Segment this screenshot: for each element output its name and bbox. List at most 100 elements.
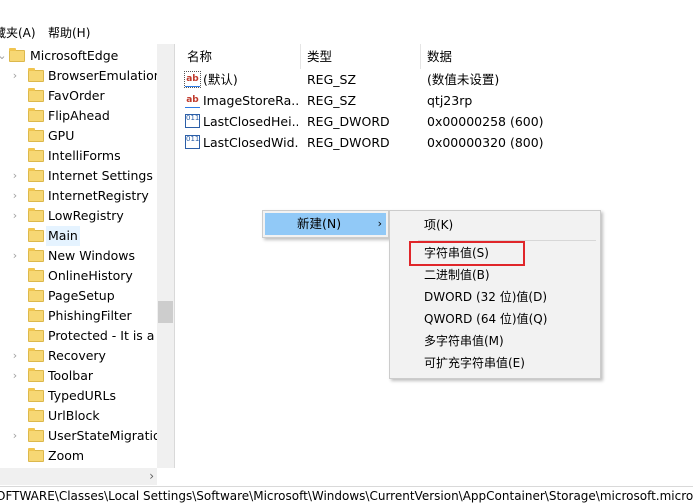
- menu-item-expandable-string-value[interactable]: 可扩充字符串值(E): [392, 352, 598, 374]
- binary-value-icon: 011 110: [185, 114, 200, 128]
- folder-icon: [28, 428, 44, 442]
- tree-horizontal-scrollbar[interactable]: ›: [0, 468, 157, 485]
- value-type: REG_SZ: [307, 72, 357, 87]
- registry-path: OFTWARE\Classes\Local Settings\Software\…: [0, 489, 693, 503]
- string-value-icon: ab: [185, 93, 200, 108]
- folder-icon: [28, 208, 44, 222]
- folder-icon: [28, 368, 44, 382]
- menu-item-label: QWORD (64 位)值(Q): [424, 312, 548, 326]
- tree-item-label: BrowserEmulation: [48, 68, 162, 83]
- folder-icon: [28, 68, 44, 82]
- status-bar: OFTWARE\Classes\Local Settings\Software\…: [0, 486, 693, 503]
- value-row[interactable]: 011 110LastClosedHei... REG_DWORD 0x000002…: [179, 111, 693, 132]
- folder-icon: [28, 288, 44, 302]
- menu-item-label: 二进制值(B): [424, 268, 490, 282]
- value-row[interactable]: 011 110LastClosedWid... REG_DWORD 0x000003…: [179, 132, 693, 153]
- column-divider[interactable]: [300, 44, 301, 69]
- tree-item-label: MicrosoftEdge: [30, 48, 119, 63]
- tree-item-label: Main: [46, 226, 80, 246]
- folder-icon: [28, 88, 44, 102]
- value-data: 0x00000258 (600): [427, 114, 544, 129]
- tree-item-label: New Windows: [48, 248, 136, 263]
- chevron-right-icon[interactable]: ›: [10, 366, 20, 386]
- value-data: (数值未设置): [427, 72, 500, 87]
- string-value-icon: ab: [184, 71, 201, 88]
- tree-item-label: TypedURLs: [48, 388, 116, 403]
- tree-item-label: IntelliForms: [48, 148, 121, 163]
- binary-value-icon: 011 110: [185, 135, 200, 149]
- menu-item-label: 可扩充字符串值(E): [424, 356, 525, 370]
- context-menu: 新建(N) ›: [262, 210, 389, 238]
- value-type: REG_DWORD: [307, 114, 390, 129]
- folder-icon: [28, 148, 44, 162]
- chevron-right-icon[interactable]: ›: [10, 66, 20, 86]
- tree-item-label: UserStateMigration: [48, 428, 169, 443]
- folder-icon: [28, 328, 44, 342]
- folder-icon: [28, 348, 44, 362]
- menu-item-label: 新建(N): [297, 216, 342, 231]
- value-data: qtj23rp: [427, 93, 473, 108]
- menu-item-label: DWORD (32 位)值(D): [424, 290, 547, 304]
- chevron-right-icon[interactable]: ›: [10, 426, 20, 446]
- scroll-right-icon[interactable]: ›: [149, 468, 154, 485]
- tree-item-label: Protected - It is a v: [48, 328, 166, 343]
- menu-item-dword-value[interactable]: DWORD (32 位)值(D): [392, 286, 598, 308]
- value-name: ImageStoreRa...: [203, 93, 298, 108]
- menu-bar: 藏夹(A) 帮助(H): [0, 0, 693, 43]
- tree-item-label: UrlBlock: [48, 408, 100, 423]
- tree-item-label: Toolbar: [48, 368, 94, 383]
- tree-item-label: Internet Settings: [48, 168, 153, 183]
- folder-icon: [28, 248, 44, 262]
- registry-tree[interactable]: ⌄ MicrosoftEdge › BrowserEmulation FavOrde…: [0, 44, 175, 468]
- folder-icon: [28, 448, 44, 462]
- value-type: REG_DWORD: [307, 135, 390, 150]
- chevron-right-icon: ›: [377, 217, 382, 230]
- menu-item-qword-value[interactable]: QWORD (64 位)值(Q): [392, 308, 598, 330]
- tree-vertical-scrollbar[interactable]: [157, 44, 174, 468]
- scrollbar-thumb[interactable]: [158, 301, 173, 323]
- chevron-right-icon[interactable]: ›: [10, 346, 20, 366]
- menu-help[interactable]: 帮助(H): [48, 24, 90, 41]
- chevron-right-icon[interactable]: ›: [10, 246, 20, 266]
- folder-icon: [28, 168, 44, 182]
- tree-item-label: GPU: [48, 128, 75, 143]
- column-header-type[interactable]: 类型: [307, 44, 332, 69]
- highlight-box: [409, 241, 525, 266]
- tree-item-label: InternetRegistry: [48, 188, 149, 203]
- menu-item-binary-value[interactable]: 二进制值(B): [392, 264, 598, 286]
- folder-icon: [28, 128, 44, 142]
- tree-item-label: PhishingFilter: [48, 308, 132, 323]
- tree-item-label: PageSetup: [48, 288, 115, 303]
- menu-item-multi-string-value[interactable]: 多字符串值(M): [392, 330, 598, 352]
- chevron-right-icon[interactable]: ›: [10, 186, 20, 206]
- tree-item-label: FlipAhead: [48, 108, 110, 123]
- value-row[interactable]: ab ImageStoreRa... REG_SZ qtj23rp: [179, 90, 693, 111]
- new-submenu: 项(K) 字符串值(S) 二进制值(B) DWORD (32 位)值(D) QW…: [389, 210, 601, 379]
- folder-icon: [28, 108, 44, 122]
- folder-icon: [28, 188, 44, 202]
- menu-item-label: 项(K): [424, 218, 454, 232]
- value-row[interactable]: ab (默认) REG_SZ (数值未设置): [179, 69, 693, 90]
- folder-icon: [28, 228, 44, 242]
- tree-item-label: LowRegistry: [48, 208, 124, 223]
- menu-item-new[interactable]: 新建(N) ›: [265, 213, 386, 235]
- folder-icon: [9, 48, 25, 62]
- menu-item-key[interactable]: 项(K): [392, 214, 598, 236]
- chevron-right-icon[interactable]: ›: [10, 166, 20, 186]
- folder-icon: [28, 408, 44, 422]
- tree-item-label: Recovery: [48, 348, 106, 363]
- tree-item-label: FavOrder: [48, 88, 105, 103]
- column-header-data[interactable]: 数据: [427, 44, 452, 69]
- folder-icon: [28, 268, 44, 282]
- menu-item-label: 多字符串值(M): [424, 334, 504, 348]
- chevron-down-icon[interactable]: ⌄: [0, 46, 7, 66]
- value-name: LastClosedWid...: [203, 135, 298, 150]
- menu-favorites[interactable]: 藏夹(A): [0, 24, 36, 41]
- chevron-right-icon[interactable]: ›: [10, 206, 20, 226]
- column-header-name[interactable]: 名称: [187, 44, 212, 69]
- value-type: REG_SZ: [307, 93, 357, 108]
- folder-icon: [28, 308, 44, 322]
- column-divider[interactable]: [420, 44, 421, 69]
- value-data: 0x00000320 (800): [427, 135, 544, 150]
- value-name: LastClosedHei...: [203, 114, 298, 129]
